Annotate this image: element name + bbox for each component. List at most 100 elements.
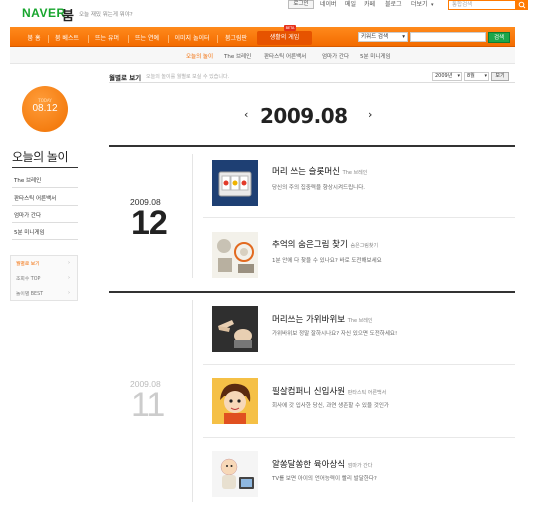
chevron-right-icon: › [68, 260, 70, 266]
month-heading: 2009.08 [260, 104, 348, 128]
nav-life-game[interactable]: 생활의 게임 [257, 31, 312, 45]
year-select[interactable]: 2009년 ▾ [432, 72, 462, 81]
divider [192, 300, 193, 502]
rock-paper-scissors-icon [212, 306, 258, 352]
divider [203, 364, 515, 365]
divider [12, 187, 78, 188]
today-date: 08.12 [32, 103, 58, 114]
cartoon-character-icon [212, 378, 258, 424]
top-link-cafe[interactable]: 카페 [364, 0, 375, 10]
nav-entertainment[interactable]: 뜨는 연예 [131, 34, 163, 44]
subnav-today[interactable]: 오늘의 놀이 [186, 52, 213, 60]
keyword-search-button[interactable]: 검색 [488, 32, 510, 43]
prev-month-button[interactable]: ‹ [244, 108, 248, 121]
subnav-brain[interactable]: The 브레인 [224, 52, 251, 60]
game-title-slot[interactable]: 머리 쓰는 슬롯머신 The 브레인 [272, 165, 367, 177]
nav-divider [88, 35, 89, 43]
nav-image-playground[interactable]: 이미지 놀이터 [171, 34, 213, 44]
top-link-more[interactable]: 더보기 [411, 0, 428, 10]
nav-drawing-board[interactable]: 붐그림판 [220, 34, 252, 44]
next-month-button[interactable]: › [368, 108, 372, 121]
day-number: 11 [131, 386, 165, 424]
nav-home[interactable]: 붐 홈 [24, 34, 44, 44]
nav-divider [48, 35, 49, 43]
divider [203, 437, 515, 438]
search-type-value: 키워드 검색 [361, 34, 389, 40]
game-desc: 당신의 주의 집중력을 향상시켜드립니다. [272, 185, 366, 191]
game-category: The 브레인 [347, 318, 373, 324]
game-title-new-employee[interactable]: 필살컴퍼니 신입사원 판타스틱 어른백서 [272, 385, 386, 397]
divider [203, 217, 515, 218]
baby-tv-icon [212, 451, 258, 497]
game-thumbnail-rps[interactable] [212, 306, 258, 352]
game-thumbnail-new-employee[interactable] [212, 378, 258, 424]
divider [12, 167, 78, 168]
chevron-down-icon: ▾ [484, 73, 487, 79]
divider [12, 205, 78, 206]
hidden-picture-icon [212, 232, 258, 278]
day-divider [109, 291, 515, 293]
game-thumbnail-slot[interactable] [212, 160, 258, 206]
game-title-parenting[interactable]: 알쏭달쏭한 육아상식 엄마가 간다 [272, 458, 372, 470]
top-link-blog[interactable]: 블로그 [385, 0, 402, 10]
sidebar-top-views[interactable]: 조회수 TOP [16, 275, 40, 282]
sidebar-monthly-view[interactable]: 월별로 보기 [16, 260, 40, 267]
sidebar-item-mom[interactable]: 엄마가 간다 [14, 211, 41, 219]
top-link-mail[interactable]: 메일 [345, 0, 356, 10]
subnav-adult-book[interactable]: 판타스틱 어른백서 [264, 52, 306, 60]
game-category: 숨은그림찾기 [350, 243, 379, 249]
game-title-text: 알쏭달쏭한 육아상식 [272, 460, 346, 470]
year-select-value: 2009년 [435, 73, 453, 79]
month-select-value: 8월 [467, 73, 475, 79]
sub-nav [10, 47, 515, 64]
sidebar-title: 오늘의 놀이 [12, 150, 69, 164]
game-title-hidden-picture[interactable]: 추억의 숨은그림 찾기 숨은그림찾기 [272, 238, 378, 250]
game-title-text: 필살컴퍼니 신입사원 [272, 387, 346, 397]
sidebar-best-by-game[interactable]: 놀이별 BEST [16, 290, 43, 297]
game-title-text: 머리 쓰는 슬롯머신 [272, 167, 340, 177]
subnav-minigame[interactable]: 5분 미니게임 [360, 52, 391, 60]
nav-humor[interactable]: 뜨는 유머 [91, 34, 123, 44]
game-desc: 회사에 갓 입사한 당신, 과연 생존할 수 있을 것인가 [272, 403, 389, 409]
nav-best[interactable]: 붐 베스트 [52, 34, 82, 44]
nav-divider [128, 35, 129, 43]
service-name[interactable]: 붐 [62, 5, 74, 24]
top-search-input[interactable]: 통합검색 [448, 0, 516, 10]
game-title-rps[interactable]: 머리쓰는 가위바위보 The 브레인 [272, 313, 373, 325]
keyword-search-input[interactable] [410, 32, 486, 42]
game-thumbnail-hidden-picture[interactable] [212, 232, 258, 278]
search-type-select[interactable]: 키워드 검색 ▾ [358, 32, 408, 42]
chevron-down-icon: ▾ [457, 73, 460, 79]
top-link-naver[interactable]: 네이버 [320, 0, 337, 10]
day-divider [109, 145, 515, 147]
day-number: 12 [131, 204, 168, 242]
game-category: 엄마가 간다 [347, 463, 373, 469]
login-button[interactable]: 로그인 [288, 0, 314, 9]
game-title-text: 머리쓰는 가위바위보 [272, 315, 346, 325]
subnav-mom[interactable]: 엄마가 간다 [322, 52, 349, 60]
divider [12, 239, 78, 240]
slot-machine-icon [212, 160, 258, 206]
nav-divider [217, 35, 218, 43]
divider [109, 82, 515, 83]
game-thumbnail-parenting[interactable] [212, 451, 258, 497]
game-category: The 브레인 [342, 170, 368, 176]
page-description: 오늘의 놀이를 월별로 보실 수 있습니다. [146, 74, 230, 80]
naver-logo[interactable]: NAVER [22, 6, 66, 20]
beta-badge: BETA [284, 25, 296, 31]
top-search-button[interactable] [516, 0, 528, 10]
sidebar-item-brain[interactable]: The 브레인 [14, 176, 41, 184]
view-button[interactable]: 보기 [491, 72, 509, 81]
month-select[interactable]: 8월 ▾ [464, 72, 489, 81]
game-desc: 가위바위보 정말 잘하시나요? 자신 있으면 도전하세요! [272, 331, 398, 337]
chevron-right-icon: › [68, 290, 70, 296]
sidebar-item-minigame[interactable]: 5분 미니게임 [14, 228, 45, 236]
nav-divider [168, 35, 169, 43]
nav-life-game-label: 생활의 게임 [269, 34, 300, 41]
sidebar-item-adult-book[interactable]: 판타스틱 어른백서 [14, 194, 56, 202]
tagline: 오늘 재밌 뭐는게 뭐야? [79, 12, 133, 18]
page-title: 월별로 보기 [109, 74, 142, 82]
chevron-down-icon[interactable]: ▾ [431, 0, 434, 10]
game-desc: TV를 보면 아이의 언어능력이 빨리 발달한다? [272, 476, 377, 482]
game-desc: 1분 안에 다 찾을 수 있나요? 바로 도전해보세요 [272, 258, 382, 264]
